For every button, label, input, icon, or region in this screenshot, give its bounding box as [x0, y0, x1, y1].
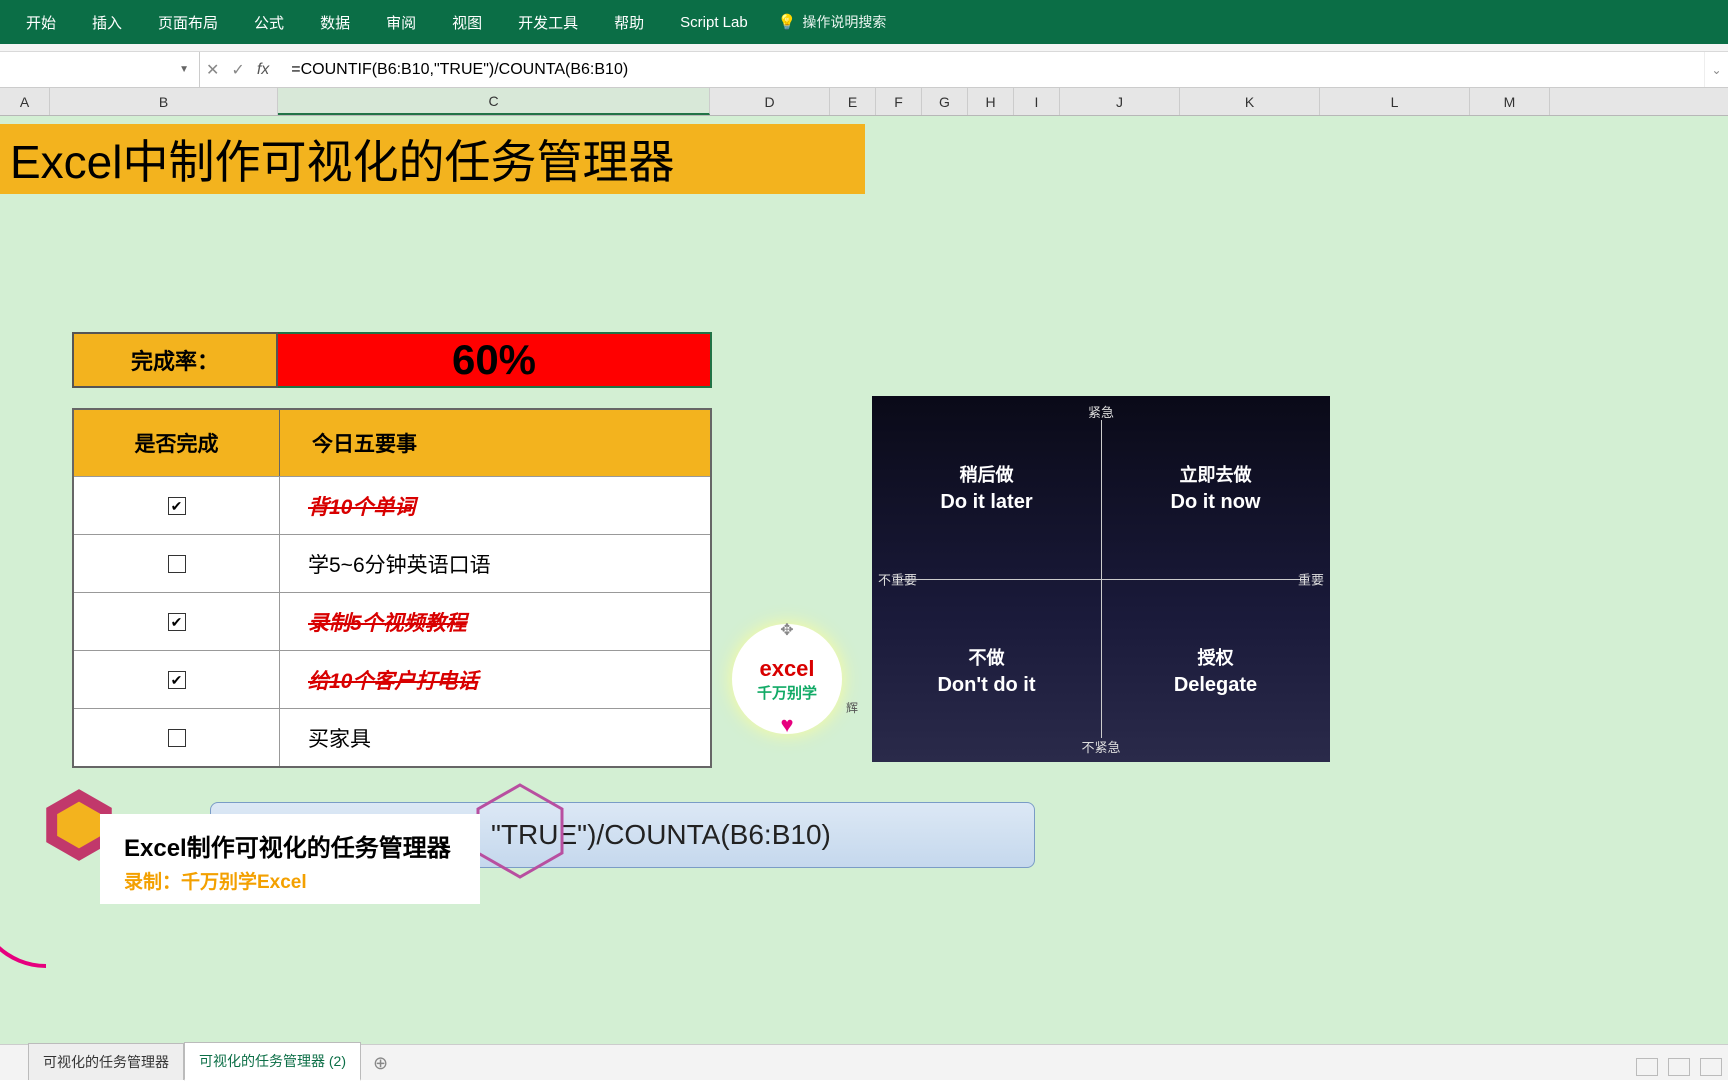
- tell-me-label: 操作说明搜索: [802, 12, 886, 32]
- task-text: 买家具: [280, 709, 710, 766]
- task-text: 学5~6分钟英语口语: [280, 535, 710, 592]
- view-normal-icon[interactable]: [1636, 1058, 1658, 1076]
- sheet-tab-1[interactable]: 可视化的任务管理器: [28, 1043, 184, 1080]
- task-row: ✔ 给10个客户打电话: [74, 650, 710, 708]
- col-header-d[interactable]: D: [710, 88, 830, 115]
- col-header-i[interactable]: I: [1014, 88, 1060, 115]
- task-text: 背10个单词: [280, 477, 710, 534]
- col-header-j[interactable]: J: [1060, 88, 1180, 115]
- column-headers: A B C D E F G H I J K L M: [0, 88, 1728, 116]
- task-row: 学5~6分钟英语口语: [74, 534, 710, 592]
- ribbon-tab-scriptlab[interactable]: Script Lab: [662, 0, 766, 44]
- col-header-m[interactable]: M: [1470, 88, 1550, 115]
- sticker-text2: 千万别学: [757, 682, 817, 703]
- ribbon-tab-data[interactable]: 数据: [302, 0, 368, 44]
- caption-box: Excel制作可视化的任务管理器 录制：千万别学Excel: [100, 814, 480, 904]
- task-table-header: 是否完成 今日五要事: [74, 410, 710, 476]
- fx-icon[interactable]: fx: [257, 61, 269, 79]
- move-icon: ✥: [780, 620, 793, 640]
- task-checkbox[interactable]: [168, 555, 186, 573]
- add-sheet-button[interactable]: ⊕: [361, 1047, 400, 1080]
- ribbon-spacer: [0, 44, 1728, 52]
- status-bar-right: [1636, 1058, 1722, 1076]
- sheet-tab-2[interactable]: 可视化的任务管理器 (2): [184, 1042, 361, 1081]
- quadrant-q2: 立即去做Do it now: [1101, 396, 1330, 579]
- task-text: 录制5个视频教程: [280, 593, 710, 650]
- task-text: 给10个客户打电话: [280, 651, 710, 708]
- priority-quadrant-image[interactable]: 紧急 不紧急 不重要 重要 稍后做Do it later 立即去做Do it n…: [872, 396, 1330, 762]
- col-header-c[interactable]: C: [278, 88, 710, 115]
- task-checkbox[interactable]: ✔: [168, 613, 186, 631]
- sheet-tabs-bar: 可视化的任务管理器 可视化的任务管理器 (2) ⊕: [0, 1044, 1728, 1080]
- col-header-f[interactable]: F: [876, 88, 922, 115]
- formula-bar: ▼ ✕ ✓ fx =COUNTIF(B6:B10,"TRUE")/COUNTA(…: [0, 52, 1728, 88]
- quadrant-q1: 稍后做Do it later: [872, 396, 1101, 579]
- task-row: ✔ 录制5个视频教程: [74, 592, 710, 650]
- task-row: ✔ 背10个单词: [74, 476, 710, 534]
- col-header-b[interactable]: B: [50, 88, 278, 115]
- col-header-g[interactable]: G: [922, 88, 968, 115]
- quadrant-q4: 授权Delegate: [1101, 579, 1330, 762]
- view-pagebreak-icon[interactable]: [1700, 1058, 1722, 1076]
- task-header-task: 今日五要事: [280, 410, 710, 476]
- heart-icon: ♥: [780, 712, 793, 738]
- col-header-a[interactable]: A: [0, 88, 50, 115]
- sticker-side-text: 辉: [846, 699, 858, 716]
- lightbulb-icon: 💡: [778, 13, 797, 31]
- col-header-k[interactable]: K: [1180, 88, 1320, 115]
- sticker-text1: excel: [759, 656, 814, 682]
- chevron-down-icon[interactable]: ▼: [179, 64, 189, 75]
- view-pagelayout-icon[interactable]: [1668, 1058, 1690, 1076]
- col-header-h[interactable]: H: [968, 88, 1014, 115]
- tell-me-search[interactable]: 💡 操作说明搜索: [778, 12, 887, 32]
- caption-title: Excel制作可视化的任务管理器: [124, 828, 456, 863]
- task-table: 是否完成 今日五要事 ✔ 背10个单词 学5~6分钟英语口语 ✔ 录制5个视频教…: [72, 408, 712, 768]
- confirm-icon[interactable]: ✓: [231, 60, 244, 80]
- task-checkbox[interactable]: ✔: [168, 497, 186, 515]
- ribbon-tab-view[interactable]: 视图: [434, 0, 500, 44]
- name-box[interactable]: ▼: [0, 52, 200, 87]
- ribbon-tab-help[interactable]: 帮助: [596, 0, 662, 44]
- formula-input[interactable]: =COUNTIF(B6:B10,"TRUE")/COUNTA(B6:B10): [281, 52, 1704, 87]
- col-header-l[interactable]: L: [1320, 88, 1470, 115]
- watermark-sticker[interactable]: ✥ excel 千万别学 ♥ 辉: [722, 614, 852, 744]
- task-header-done: 是否完成: [74, 410, 280, 476]
- worksheet-area[interactable]: Excel中制作可视化的任务管理器 完成率： 60% 是否完成 今日五要事 ✔ …: [0, 116, 1728, 1076]
- caption-subtitle: 录制：千万别学Excel: [124, 867, 456, 894]
- ribbon-tab-formulas[interactable]: 公式: [236, 0, 302, 44]
- ribbon: 开始 插入 页面布局 公式 数据 审阅 视图 开发工具 帮助 Script La…: [0, 0, 1728, 44]
- task-checkbox[interactable]: ✔: [168, 671, 186, 689]
- completion-label: 完成率：: [72, 332, 278, 388]
- completion-value-cell[interactable]: 60%: [278, 332, 712, 388]
- expand-formula-icon[interactable]: ⌄: [1704, 52, 1728, 87]
- ribbon-tab-review[interactable]: 审阅: [368, 0, 434, 44]
- quadrant-q3: 不做Don't do it: [872, 579, 1101, 762]
- task-row: 买家具: [74, 708, 710, 766]
- formula-buttons: ✕ ✓ fx: [200, 52, 281, 87]
- ribbon-tab-developer[interactable]: 开发工具: [500, 0, 596, 44]
- cancel-icon[interactable]: ✕: [206, 60, 219, 80]
- ribbon-tab-home[interactable]: 开始: [8, 0, 74, 44]
- page-title: Excel中制作可视化的任务管理器: [0, 124, 865, 194]
- completion-row: 完成率： 60%: [72, 332, 712, 388]
- ribbon-tab-pagelayout[interactable]: 页面布局: [140, 0, 236, 44]
- col-header-e[interactable]: E: [830, 88, 876, 115]
- task-checkbox[interactable]: [168, 729, 186, 747]
- ribbon-tab-insert[interactable]: 插入: [74, 0, 140, 44]
